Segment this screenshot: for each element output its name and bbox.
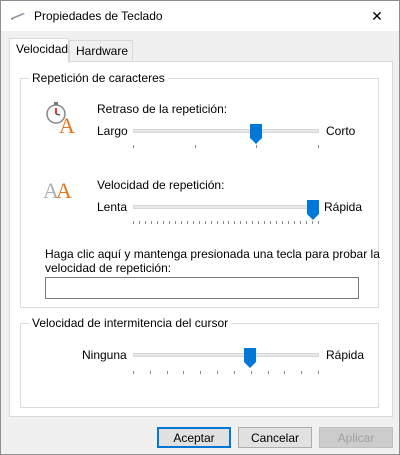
- slider-tick: [250, 371, 252, 374]
- slider-tick: [234, 221, 236, 224]
- slider-tick: [186, 221, 188, 224]
- keyboard-icon: [11, 13, 25, 20]
- slider-tick: [138, 221, 140, 224]
- cursor-max-label: Rápida: [326, 348, 365, 362]
- delay-slider-thumb[interactable]: [249, 124, 262, 144]
- keyboard-properties-dialog: Propiedades de Teclado ✕ Velocidad Hardw…: [0, 0, 400, 455]
- slider-tick: [284, 371, 286, 374]
- delay-label: Retraso de la repetición:: [97, 102, 228, 116]
- slider-tick: [200, 371, 202, 374]
- cursor-min-label: Ninguna: [82, 348, 127, 362]
- tab-panel-velocidad: Repetición de caracteres A Retraso de la…: [9, 61, 393, 417]
- rate-slider-thumb[interactable]: [307, 200, 319, 220]
- slider-tick: [133, 145, 134, 148]
- tab-hardware-label: Hardware: [76, 44, 129, 58]
- slider-tick: [183, 371, 185, 374]
- apply-button[interactable]: Aplicar: [319, 427, 393, 448]
- cursor-blink-slider-track[interactable]: [133, 353, 319, 357]
- slider-tick: [264, 221, 266, 224]
- slider-tick: [168, 221, 170, 224]
- slider-tick: [301, 371, 303, 374]
- stopwatch-letter-a-icon: A: [46, 102, 75, 134]
- slider-tick: [204, 221, 206, 224]
- slider-tick: [256, 145, 258, 148]
- slider-tick: [306, 221, 308, 224]
- close-icon: ✕: [371, 7, 383, 24]
- slider-tick: [318, 371, 319, 374]
- cursor-blink-slider-ticks: [133, 371, 319, 375]
- slider-tick: [282, 221, 284, 224]
- slider-tick: [180, 221, 182, 224]
- close-button[interactable]: ✕: [355, 1, 399, 31]
- slider-tick: [194, 145, 196, 148]
- svg-text:A: A: [59, 113, 75, 134]
- rate-slider-track[interactable]: [133, 205, 319, 209]
- slider-tick: [276, 221, 278, 224]
- slider-tick: [174, 221, 176, 224]
- test-instruction-line2: velocidad de repetición:: [45, 261, 172, 275]
- slider-tick: [233, 371, 235, 374]
- delay-min-label: Largo: [97, 124, 128, 138]
- slider-tick: [294, 221, 296, 224]
- slider-tick: [228, 221, 230, 224]
- slider-tick: [192, 221, 194, 224]
- slider-tick: [144, 221, 146, 224]
- slider-tick: [240, 221, 242, 224]
- delay-max-label: Corto: [326, 124, 356, 138]
- slider-tick: [149, 371, 151, 374]
- slider-tick: [222, 221, 224, 224]
- repeat-group-title: Repetición de caracteres: [29, 71, 168, 85]
- slider-tick: [166, 371, 168, 374]
- rate-label: Velocidad de repetición:: [97, 178, 225, 192]
- slider-tick: [133, 221, 134, 224]
- test-instruction-line1: Haga clic aquí y mantenga presionada una…: [45, 247, 380, 261]
- slider-tick: [258, 221, 260, 224]
- double-letter-a-icon: A A: [43, 178, 72, 202]
- slider-tick: [312, 221, 314, 224]
- tab-velocidad[interactable]: Velocidad: [9, 38, 69, 63]
- slider-tick: [198, 221, 200, 224]
- slider-tick: [210, 221, 212, 224]
- slider-tick: [246, 221, 248, 224]
- rate-slider-ticks: [133, 221, 319, 225]
- cursor-blink-group: Velocidad de intermitencia del cursor: [20, 316, 379, 408]
- slider-tick: [156, 221, 158, 224]
- rate-min-label: Lenta: [97, 200, 128, 214]
- slider-tick: [270, 221, 272, 224]
- delay-slider-track[interactable]: [133, 129, 319, 133]
- slider-tick: [318, 221, 319, 224]
- cursor-blink-group-title: Velocidad de intermitencia del cursor: [29, 316, 232, 330]
- slider-tick: [216, 221, 218, 224]
- ok-button[interactable]: Aceptar: [157, 427, 231, 448]
- tab-hardware[interactable]: Hardware: [69, 40, 133, 61]
- window-title: Propiedades de Teclado: [34, 9, 163, 23]
- title-bar: Propiedades de Teclado ✕: [1, 1, 399, 31]
- slider-tick: [288, 221, 290, 224]
- cancel-button[interactable]: Cancelar: [238, 427, 312, 448]
- slider-tick: [318, 145, 319, 148]
- tab-velocidad-label: Velocidad: [16, 42, 69, 56]
- slider-tick: [217, 371, 219, 374]
- svg-text:A: A: [56, 178, 72, 202]
- slider-tick: [133, 371, 134, 374]
- slider-tick: [267, 371, 269, 374]
- slider-tick: [162, 221, 164, 224]
- cursor-blink-slider-thumb[interactable]: [244, 348, 257, 368]
- slider-tick: [252, 221, 254, 224]
- slider-tick: [150, 221, 152, 224]
- repeat-test-input[interactable]: [45, 277, 359, 299]
- delay-slider-ticks: [133, 145, 319, 149]
- slider-tick: [300, 221, 302, 224]
- rate-max-label: Rápida: [324, 200, 363, 214]
